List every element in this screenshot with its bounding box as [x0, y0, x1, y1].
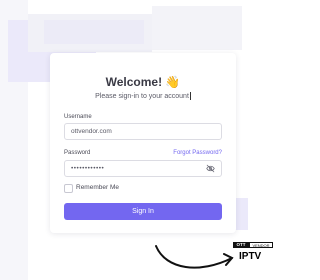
remember-me-checkbox[interactable]: [64, 184, 73, 193]
username-value: ottvendor.com: [71, 128, 112, 135]
background-decoration: [44, 20, 144, 44]
ott-vendor-iptv-logo: OTT VENDOR IPTV: [233, 242, 273, 268]
subtitle-text: Please sign-in to your account: [95, 92, 189, 100]
sign-in-button[interactable]: Sign In: [64, 203, 222, 220]
eye-off-icon[interactable]: [206, 164, 215, 173]
background-decoration: [152, 6, 242, 50]
text-cursor: [189, 92, 191, 100]
password-label: Password: [64, 150, 91, 156]
welcome-title: Welcome! 👋: [105, 75, 181, 89]
curved-arrow-icon: [155, 245, 234, 269]
login-card: Welcome! 👋 Please sign-in to your accoun…: [50, 53, 236, 233]
brand-badge-left: OTT: [233, 242, 249, 248]
username-label: Username: [64, 114, 92, 120]
brand-badge: OTT VENDOR: [233, 242, 273, 248]
remember-me-label: Remember Me: [76, 184, 119, 191]
password-value: ••••••••••••: [71, 165, 105, 172]
brand-badge-right: VENDOR: [249, 242, 273, 248]
username-input[interactable]: ottvendor.com: [64, 123, 222, 140]
brand-product: IPTV: [239, 251, 262, 262]
password-input[interactable]: ••••••••••••: [64, 160, 222, 177]
forgot-password-link[interactable]: Forgot Password?: [173, 150, 222, 156]
subtitle: Please sign-in to your account: [50, 92, 236, 100]
